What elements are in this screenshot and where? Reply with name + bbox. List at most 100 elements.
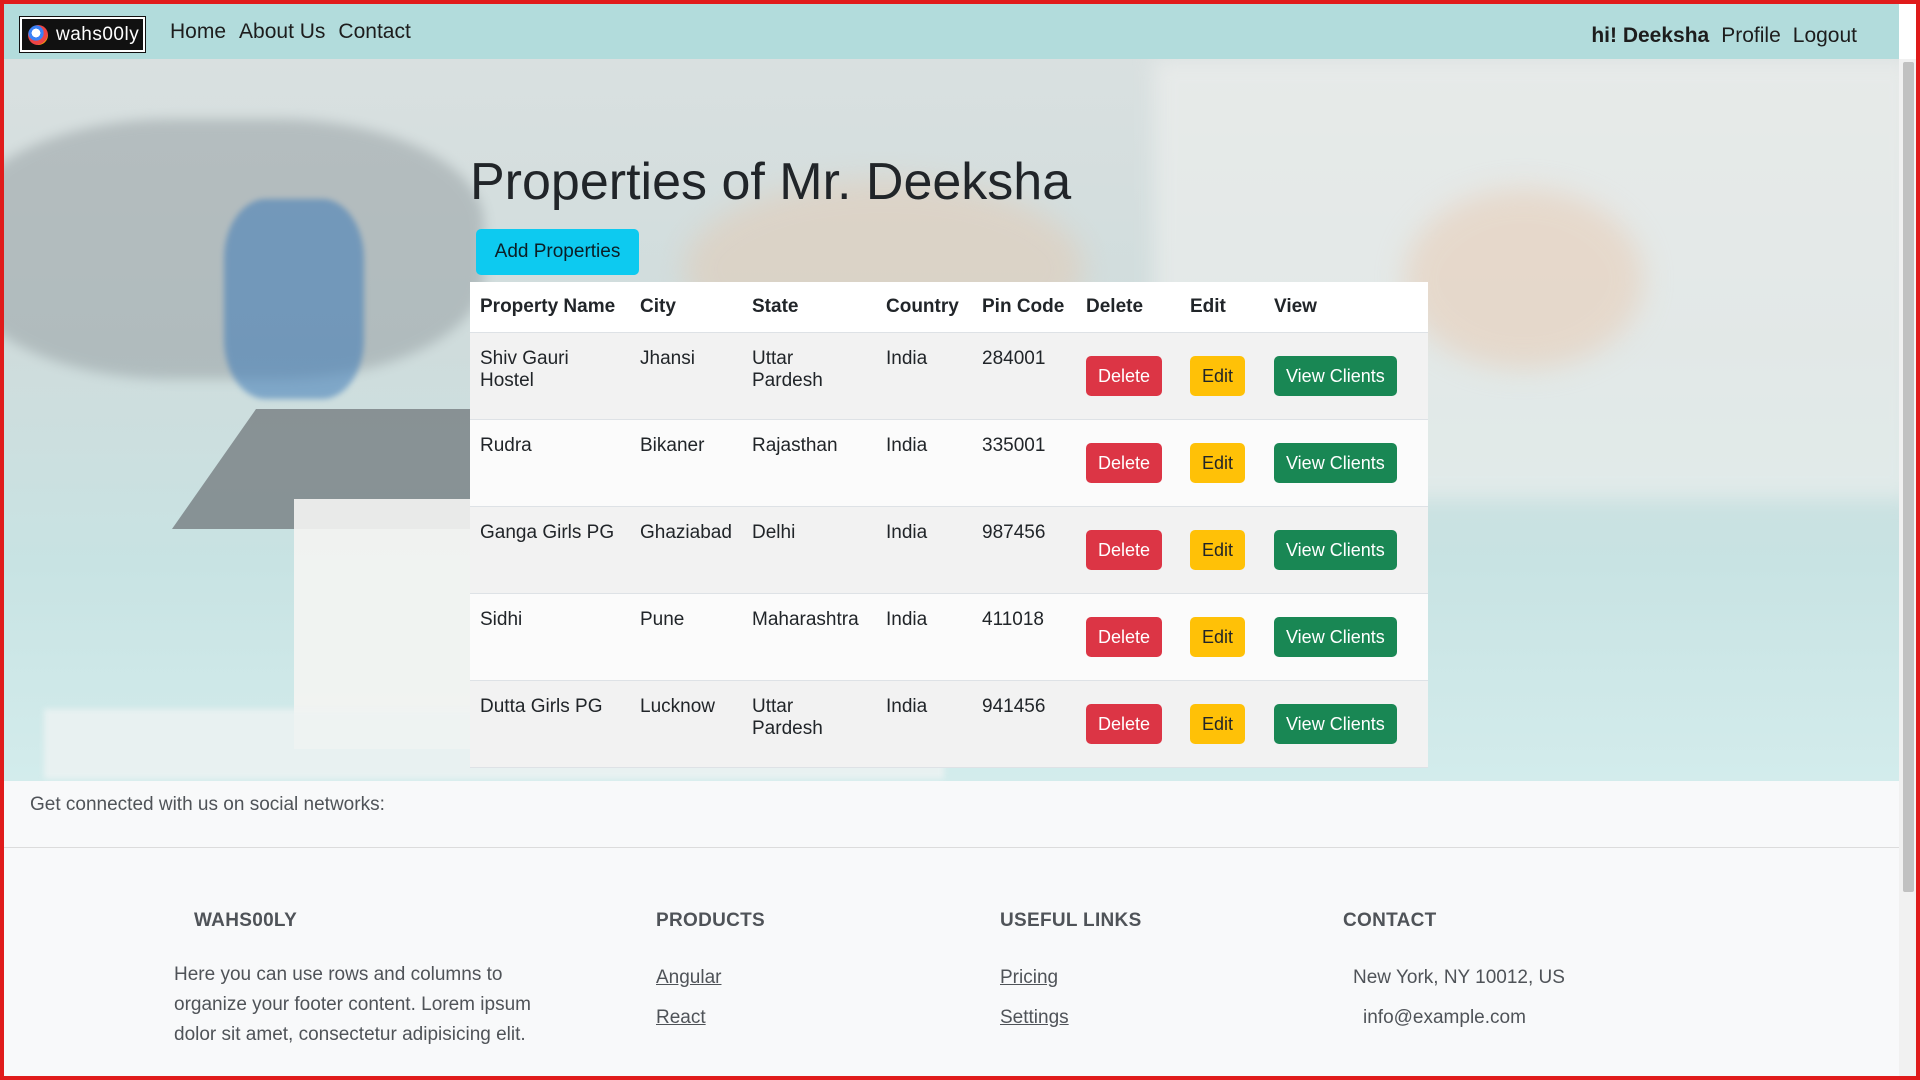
brand-logo-link[interactable]: wahs00ly [19,16,146,53]
view-clients-button[interactable]: View Clients [1274,356,1397,396]
delete-button[interactable]: Delete [1086,530,1163,570]
social-text: Get connected with us on social networks… [30,794,385,815]
nav-user-area: hi! Deeksha Profile Logout [1591,24,1857,48]
footer-link-react[interactable]: React [656,1007,765,1029]
delete-button[interactable]: Delete [1086,704,1163,744]
edit-cell: Edit [1180,680,1264,768]
footer-products-heading: PRODUCTS [656,910,766,931]
table-header-row: Property Name City State Country Pin Cod… [470,282,1428,333]
footer-products: PRODUCTS Angular React [656,910,765,1029]
view-clients-button[interactable]: View Clients [1274,530,1397,570]
footer-contact: CONTACT New York, NY 10012, US info@exam… [1343,910,1565,1029]
navbar: wahs00ly Home About Us Contact hi! Deeks… [4,4,1899,59]
edit-button[interactable]: Edit [1190,704,1246,744]
footer-link-pricing[interactable]: Pricing [1000,967,1142,989]
edit-cell: Edit [1180,419,1264,507]
country-cell: India [876,332,972,420]
footer-useful-links: USEFUL LINKS Pricing Settings [1000,910,1142,1029]
footer-company-heading: WAHS00LY [194,910,298,931]
view-clients-cell: View Clients [1264,506,1428,594]
property-name-cell: Dutta Girls PG [470,680,630,768]
delete-cell: Delete [1076,506,1180,594]
add-properties-button[interactable]: Add Properties [476,229,639,275]
property-name-cell: Sidhi [470,593,630,681]
col-view: View [1264,282,1428,333]
country-cell: India [876,593,972,681]
nav-links: Home About Us Contact [170,20,411,44]
edit-button[interactable]: Edit [1190,530,1246,570]
property-name-cell: Shiv Gauri Hostel [470,332,630,420]
city-cell: Lucknow [630,680,742,768]
delete-cell: Delete [1076,419,1180,507]
country-cell: India [876,506,972,594]
brand-logo-icon [28,24,48,45]
edit-cell: Edit [1180,332,1264,420]
delete-button[interactable]: Delete [1086,356,1163,396]
pin-code-cell: 411018 [972,593,1076,681]
col-edit: Edit [1180,282,1264,333]
city-cell: Ghaziabad [630,506,742,594]
footer-company: WAHS00LY Here you can use rows and colum… [174,910,574,1050]
view-clients-cell: View Clients [1264,332,1428,420]
city-cell: Pune [630,593,742,681]
pin-code-cell: 941456 [972,680,1076,768]
property-name-cell: Rudra [470,419,630,507]
city-cell: Bikaner [630,419,742,507]
view-clients-cell: View Clients [1264,419,1428,507]
footer-useful-heading: USEFUL LINKS [1000,910,1142,931]
state-cell: Uttar Pardesh [742,680,876,768]
state-cell: Delhi [742,506,876,594]
delete-cell: Delete [1076,332,1180,420]
footer-company-text: Here you can use rows and columns to org… [174,964,531,1045]
delete-button[interactable]: Delete [1086,617,1163,657]
nav-contact-link[interactable]: Contact [338,20,410,44]
city-cell: Jhansi [630,332,742,420]
edit-button[interactable]: Edit [1190,617,1246,657]
profile-link[interactable]: Profile [1721,24,1781,48]
edit-cell: Edit [1180,506,1264,594]
footer-link-settings[interactable]: Settings [1000,1007,1142,1029]
pin-code-cell: 987456 [972,506,1076,594]
delete-cell: Delete [1076,593,1180,681]
properties-table: Property Name City State Country Pin Cod… [470,282,1428,768]
table-row: Sidhi Pune Maharashtra India 411018 Delete Edi… [470,593,1428,681]
delete-button[interactable]: Delete [1086,443,1163,483]
edit-button[interactable]: Edit [1190,443,1246,483]
user-greeting: hi! Deeksha [1591,24,1710,47]
col-city: City [630,282,742,333]
pin-code-cell: 335001 [972,419,1076,507]
scrollbar-thumb[interactable] [1903,62,1914,892]
nav-home-link[interactable]: Home [170,20,226,44]
view-clients-button[interactable]: View Clients [1274,617,1397,657]
table-row: Dutta Girls PG Lucknow Uttar Pardesh India 9… [470,680,1428,768]
logout-link[interactable]: Logout [1793,24,1857,48]
table-row: Rudra Bikaner Rajasthan India 335001 Delete Ed… [470,419,1428,507]
col-state: State [742,282,876,333]
property-name-cell: Ganga Girls PG [470,506,630,594]
state-cell: Uttar Pardesh [742,332,876,420]
table-row: Ganga Girls PG Ghaziabad Delhi India 987456 D… [470,506,1428,594]
table-row: Shiv Gauri Hostel Jhansi Uttar Pardesh Indi… [470,332,1428,420]
footer-divider [4,847,1899,848]
col-country: Country [876,282,972,333]
hero-decor [224,199,364,399]
pin-code-cell: 284001 [972,332,1076,420]
country-cell: India [876,680,972,768]
contact-address: New York, NY 10012, US [1353,967,1565,988]
edit-button[interactable]: Edit [1190,356,1246,396]
hero-decor [1404,189,1644,369]
country-cell: India [876,419,972,507]
contact-email: info@example.com [1363,1007,1526,1028]
state-cell: Rajasthan [742,419,876,507]
view-clients-button[interactable]: View Clients [1274,443,1397,483]
brand-name: wahs00ly [56,23,140,45]
view-clients-button[interactable]: View Clients [1274,704,1397,744]
col-delete: Delete [1076,282,1180,333]
page-title: Properties of Mr. Deeksha [470,153,1072,211]
footer-contact-heading: CONTACT [1343,910,1437,931]
footer: Get connected with us on social networks… [4,781,1899,1080]
edit-cell: Edit [1180,593,1264,681]
nav-about-link[interactable]: About Us [239,20,325,44]
footer-link-angular[interactable]: Angular [656,967,765,989]
col-property-name: Property Name [470,282,630,333]
